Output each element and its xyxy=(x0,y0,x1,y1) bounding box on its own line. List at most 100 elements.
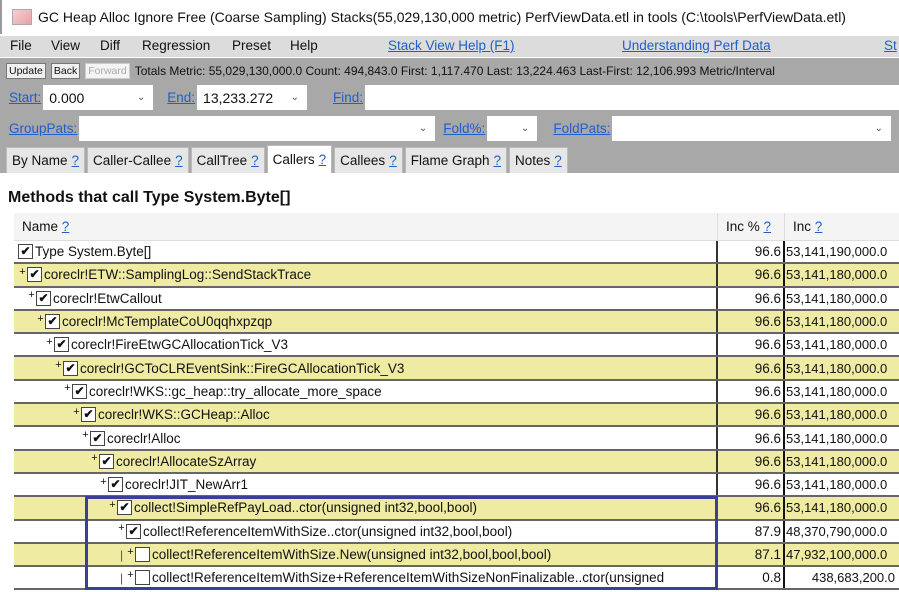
foldpats-label[interactable]: FoldPats: xyxy=(553,121,610,136)
table-row[interactable]: + ✔ coreclr!FireEtwGCAllocationTick_V3 96.6… xyxy=(14,334,899,358)
inc-cell: 53,141,190,000.0 xyxy=(786,244,888,260)
tab-callers[interactable]: Callers? xyxy=(266,145,333,173)
table-row[interactable]: | + collect!ReferenceItemWithSize+Referenc… xyxy=(14,567,899,591)
row-checkbox[interactable]: ✔ xyxy=(81,407,96,423)
help-link[interactable]: ? xyxy=(62,219,70,234)
help-link[interactable]: ? xyxy=(175,153,183,168)
stack-view-help-link[interactable]: Stack View Help (F1) xyxy=(388,38,515,53)
grouppats-combo[interactable]: ⌄ xyxy=(79,115,436,141)
tab-flame-graph[interactable]: Flame Graph? xyxy=(404,147,507,173)
grouppats-label[interactable]: GroupPats: xyxy=(9,121,77,136)
expand-icon[interactable]: + xyxy=(117,522,126,534)
expand-icon[interactable]: + xyxy=(45,336,54,348)
expand-icon[interactable]: + xyxy=(126,569,135,581)
end-label[interactable]: End: xyxy=(167,90,195,105)
expand-icon[interactable]: + xyxy=(126,546,135,558)
inc-percent-cell: 96.6 xyxy=(718,450,785,472)
starting-link[interactable]: St xyxy=(884,38,897,53)
tab-by-name[interactable]: By Name? xyxy=(6,147,86,173)
row-checkbox[interactable]: ✔ xyxy=(90,430,105,446)
inc-percent-cell: 96.6 xyxy=(718,357,785,379)
menu-diff[interactable]: Diff xyxy=(100,38,120,53)
inc-cell: 53,141,180,000.0 xyxy=(786,337,888,353)
table-row[interactable]: + ✔ coreclr!EtwCallout 96.6 53,141,180,000.0 xyxy=(14,287,899,311)
table-row[interactable]: + ✔ coreclr!JIT_NewArr1 96.6 53,141,180,000.… xyxy=(14,473,899,498)
understanding-perf-data-link[interactable]: Understanding Perf Data xyxy=(622,38,771,53)
column-inc-label: Inc xyxy=(793,219,812,234)
help-link[interactable]: ? xyxy=(251,153,259,168)
forward-button[interactable]: Forward xyxy=(85,62,130,79)
update-button[interactable]: Update xyxy=(6,62,46,79)
row-checkbox[interactable]: ✔ xyxy=(27,267,42,283)
table-row[interactable]: + ✔ coreclr!Alloc 96.6 53,141,180,000.0 xyxy=(14,427,899,451)
menu-preset[interactable]: Preset xyxy=(232,38,271,53)
expand-icon[interactable]: + xyxy=(63,382,72,394)
expand-icon[interactable]: + xyxy=(108,499,117,511)
table-row[interactable]: + ✔ coreclr!WKS::GCHeap::Alloc 96.6 53,141,1… xyxy=(14,404,899,428)
start-label[interactable]: Start: xyxy=(9,90,41,105)
help-link[interactable]: ? xyxy=(815,219,823,234)
help-link[interactable]: ? xyxy=(319,152,327,167)
perfview-app-icon xyxy=(12,9,32,25)
menu-regression[interactable]: Regression xyxy=(142,38,210,53)
tab-calltree[interactable]: CallTree? xyxy=(190,147,265,173)
row-checkbox[interactable]: ✔ xyxy=(126,523,141,539)
foldpats-combo[interactable]: ⌄ xyxy=(612,115,891,141)
row-checkbox[interactable] xyxy=(135,570,150,586)
row-checkbox[interactable]: ✔ xyxy=(45,314,60,330)
table-row[interactable]: ✔ Type System.Byte[] 96.6 53,141,190,000.0 xyxy=(14,241,899,265)
fold-percent-combo[interactable]: ⌄ xyxy=(487,115,538,141)
row-checkbox[interactable]: ✔ xyxy=(72,383,87,399)
column-header-inc[interactable]: Inc ? xyxy=(785,213,899,240)
inc-cell: 47,932,100,000.0 xyxy=(786,547,888,562)
help-link[interactable]: ? xyxy=(493,153,501,168)
help-link[interactable]: ? xyxy=(764,219,772,234)
row-checkbox[interactable]: ✔ xyxy=(117,500,132,516)
tab-callees[interactable]: Callees? xyxy=(334,147,403,173)
method-name: coreclr!WKS::GCHeap::Alloc xyxy=(98,407,270,423)
table-row[interactable]: + ✔ coreclr!AllocateSzArray 96.6 53,141,180,… xyxy=(14,450,899,474)
help-link[interactable]: ? xyxy=(389,153,397,168)
tab-caller-callee[interactable]: Caller-Callee? xyxy=(87,147,189,173)
expand-icon[interactable]: + xyxy=(36,313,45,325)
row-checkbox[interactable]: ✔ xyxy=(99,453,114,469)
expand-icon[interactable]: + xyxy=(99,476,108,488)
end-combo[interactable]: 13,233.272 ⌄ xyxy=(197,85,308,110)
find-input[interactable] xyxy=(365,85,899,110)
expand-icon[interactable]: + xyxy=(54,359,63,371)
row-checkbox[interactable] xyxy=(135,547,150,562)
back-button[interactable]: Back xyxy=(50,62,81,79)
expand-icon[interactable]: + xyxy=(81,429,90,441)
row-checkbox[interactable]: ✔ xyxy=(108,477,123,493)
table-row[interactable]: + ✔ coreclr!McTemplateCoU0qqhxpzqp 96.6 53,1… xyxy=(14,310,899,335)
find-label[interactable]: Find: xyxy=(333,90,363,105)
row-checkbox[interactable]: ✔ xyxy=(18,244,33,260)
page-title: Methods that call Type System.Byte[] xyxy=(8,189,291,206)
fold-percent-label[interactable]: Fold%: xyxy=(443,121,485,136)
expand-icon[interactable]: + xyxy=(72,406,81,418)
tab-notes[interactable]: Notes? xyxy=(509,147,568,173)
column-header-inc-percent[interactable]: Inc % ? xyxy=(718,213,785,240)
table-row[interactable]: + ✔ coreclr!ETW::SamplingLog::SendStackTra… xyxy=(14,264,899,288)
help-link[interactable]: ? xyxy=(72,153,80,168)
help-link[interactable]: ? xyxy=(554,153,562,168)
row-checkbox[interactable]: ✔ xyxy=(54,337,69,353)
menu-view[interactable]: View xyxy=(51,38,80,53)
expand-icon[interactable]: + xyxy=(18,266,27,278)
chevron-down-icon: ⌄ xyxy=(874,122,883,134)
expand-icon[interactable]: + xyxy=(90,452,99,464)
column-header-name[interactable]: Name ? xyxy=(14,213,718,240)
menu-file[interactable]: File xyxy=(10,38,32,53)
table-row[interactable]: + ✔ coreclr!GCToCLREventSink::FireGCAlloca… xyxy=(14,357,899,381)
table-row[interactable]: + ✔ collect!SimpleRefPayLoad..ctor(unsigne… xyxy=(14,497,899,521)
table-row[interactable]: + ✔ collect!ReferenceItemWithSize..ctor(un… xyxy=(14,520,899,544)
table-row[interactable]: + ✔ coreclr!WKS::gc_heap::try_allocate_mor… xyxy=(14,380,899,405)
name-cell: + ✔ coreclr!WKS::GCHeap::Alloc xyxy=(14,404,718,426)
expand-icon[interactable]: + xyxy=(27,289,36,301)
menu-bar: File View Diff Regression Preset Help St… xyxy=(0,36,899,57)
start-combo[interactable]: 0.000 ⌄ xyxy=(43,85,154,110)
table-row[interactable]: | + collect!ReferenceItemWithSize.New(unsi… xyxy=(14,543,899,568)
row-checkbox[interactable]: ✔ xyxy=(36,290,51,306)
row-checkbox[interactable]: ✔ xyxy=(63,360,78,376)
menu-help[interactable]: Help xyxy=(290,38,318,53)
